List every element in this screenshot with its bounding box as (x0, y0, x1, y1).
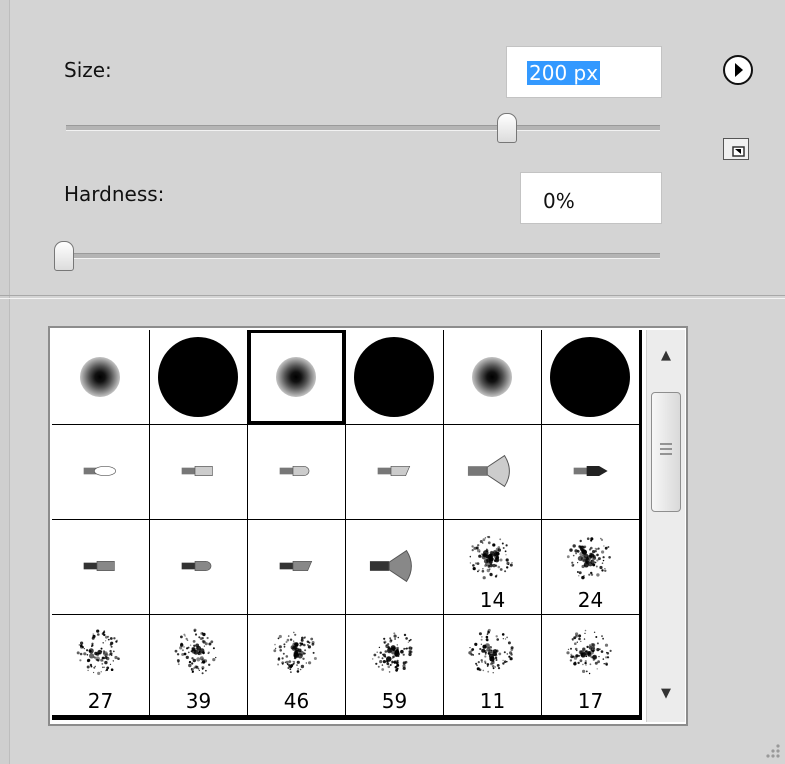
flyout-menu-button[interactable] (723, 55, 753, 85)
scroll-grip-icon (660, 443, 672, 455)
flyout-arrow-icon (735, 63, 743, 77)
size-slider-thumb[interactable] (496, 113, 517, 143)
size-slider-track[interactable] (66, 125, 660, 131)
brush-size-label: 24 (577, 588, 604, 612)
brush-preset-list: 14 24 27 39 46 59 11 17 ▲ ▼ (48, 326, 688, 726)
brush-preset-13[interactable] (52, 520, 149, 614)
brush-size-label: 11 (479, 689, 506, 713)
brush-preset-23[interactable]: 11 (444, 615, 541, 715)
splatter-brush-icon (468, 628, 514, 674)
brush-preset-18[interactable]: 24 (542, 520, 639, 614)
soft-round-brush-icon (80, 357, 120, 397)
brush-tip-icon (467, 454, 510, 488)
brush-preset-5[interactable] (444, 330, 541, 424)
brush-size-label: 46 (283, 689, 310, 713)
brush-preset-16[interactable] (346, 520, 443, 614)
size-input-value: 200 px (527, 61, 601, 85)
brush-tip-icon (83, 561, 115, 571)
hardness-input[interactable]: 0% (520, 172, 662, 224)
brush-preset-4[interactable] (346, 330, 443, 424)
brush-tip-icon (181, 466, 213, 476)
scroll-thumb[interactable] (651, 392, 681, 512)
brush-size-label: 14 (479, 588, 506, 612)
brush-preset-7[interactable] (52, 425, 149, 519)
brush-preset-22[interactable]: 59 (346, 615, 443, 715)
panel-left-edge (0, 0, 10, 764)
brush-preset-9[interactable] (248, 425, 345, 519)
new-preset-button[interactable] (723, 138, 749, 160)
brush-preset-picker: Size: 200 px Hardness: 0% 14 24 27 39 46 59 11… (0, 0, 785, 764)
brush-tip-icon (279, 466, 310, 476)
hard-round-brush-icon (550, 337, 630, 417)
splatter-brush-icon (174, 628, 217, 675)
brush-preset-grid: 14 24 27 39 46 59 11 17 (52, 330, 642, 720)
brush-tip-icon (279, 561, 313, 571)
size-input[interactable]: 200 px (506, 46, 662, 98)
hardness-input-value: 0% (543, 189, 575, 213)
brush-preset-12[interactable] (542, 425, 639, 519)
brush-tip-icon (369, 549, 412, 583)
brush-tip-icon (573, 466, 608, 476)
size-label: Size: (64, 58, 112, 82)
scroll-up-arrow-icon[interactable]: ▲ (647, 342, 685, 370)
splatter-brush-icon (76, 629, 120, 675)
brush-size-label: 39 (185, 689, 212, 713)
brush-preset-8[interactable] (150, 425, 247, 519)
hard-round-brush-icon (354, 337, 434, 417)
brush-preset-2[interactable] (150, 330, 247, 424)
splatter-brush-icon (566, 629, 612, 675)
brush-preset-15[interactable] (248, 520, 345, 614)
soft-round-brush-icon (276, 357, 316, 397)
hard-round-brush-icon (158, 337, 238, 417)
splatter-brush-icon (273, 631, 317, 673)
section-divider (0, 295, 785, 299)
new-preset-icon (732, 146, 745, 157)
brush-size-label: 17 (577, 689, 604, 713)
hardness-label: Hardness: (64, 182, 165, 206)
brush-tip-icon (377, 466, 411, 476)
brush-preset-21[interactable]: 46 (248, 615, 345, 715)
brush-preset-11[interactable] (444, 425, 541, 519)
brush-preset-20[interactable]: 39 (150, 615, 247, 715)
brush-preset-14[interactable] (150, 520, 247, 614)
brush-preset-10[interactable] (346, 425, 443, 519)
brush-size-label: 59 (381, 689, 408, 713)
splatter-brush-icon (469, 535, 513, 580)
brush-preset-6[interactable] (542, 330, 639, 424)
preset-scrollbar[interactable]: ▲ ▼ (646, 330, 685, 722)
hardness-slider-track[interactable] (66, 253, 660, 259)
resize-grip-icon[interactable] (760, 738, 782, 760)
scroll-down-arrow-icon[interactable]: ▼ (647, 680, 685, 708)
brush-preset-19[interactable]: 27 (52, 615, 149, 715)
brush-size-label: 27 (87, 689, 114, 713)
splatter-brush-icon (566, 537, 611, 580)
hardness-slider-thumb[interactable] (54, 241, 74, 271)
splatter-brush-icon (371, 632, 413, 673)
brush-tip-icon (83, 466, 116, 476)
brush-preset-17[interactable]: 14 (444, 520, 541, 614)
brush-preset-24[interactable]: 17 (542, 615, 639, 715)
soft-round-brush-icon (472, 357, 512, 397)
brush-tip-icon (181, 561, 212, 571)
brush-preset-1[interactable] (52, 330, 149, 424)
brush-preset-3[interactable] (248, 330, 345, 424)
